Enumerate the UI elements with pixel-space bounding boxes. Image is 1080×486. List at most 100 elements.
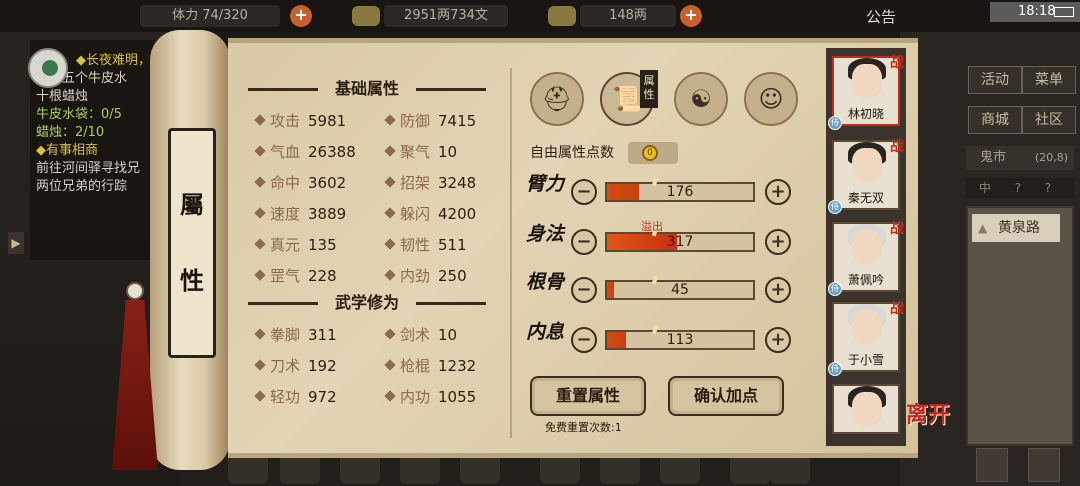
diamond-bullet-icon [384,328,396,340]
location-item[interactable]: 黄泉路 [972,214,1060,242]
minus-button[interactable]: − [571,229,597,255]
plus-button[interactable]: + [765,277,791,303]
character-card[interactable]: 萧佩吟 战侍 [828,221,904,296]
stat-label: 罡气 [270,267,301,285]
reset-attributes-button[interactable]: 重置属性 [530,376,646,416]
base-attributes-header: 基础属性 [248,78,486,100]
copper-coin-icon [352,6,380,26]
martial-label: 内功 [400,388,431,406]
attr-tab-label: 属性 [640,70,658,108]
overflow-label: 溢出 [641,220,663,233]
diamond-bullet-icon [384,176,396,188]
minus-button[interactable]: − [571,277,597,303]
stat-label: 聚气 [400,143,431,161]
free-points-box: 0 [628,142,678,164]
diamond-bullet-icon [254,238,266,250]
attr-value: 317 [666,234,694,250]
diamond-bullet-icon [254,390,266,402]
battle-tag: 战 [890,139,904,155]
stat-value: 228 [308,267,337,285]
minimap-icon[interactable] [28,48,68,88]
stat-row: 攻击 5981 [254,110,347,132]
stat-value: 3889 [308,205,347,223]
martial-row: 拳脚 311 [254,324,337,346]
notice-button[interactable]: 公告 [866,6,896,27]
stat-label: 攻击 [270,112,301,130]
plus-button[interactable]: + [765,179,791,205]
stat-row: 罡气 228 [254,265,337,287]
stat-value: 5981 [308,112,347,130]
confirm-allocation-button[interactable]: 确认加点 [668,376,784,416]
martial-row: 轻功 972 [254,386,337,408]
minus-button[interactable]: − [571,327,597,353]
stat-label: 命中 [270,174,301,192]
stamina-display: 体力 74/320 [140,5,280,27]
attr-progress-bar: 113 [605,330,755,350]
battle-tag: 战 [890,301,904,317]
character-card[interactable] [832,384,900,434]
plus-button[interactable]: + [765,229,791,255]
activity-button[interactable]: 活动 [968,66,1022,94]
corner-button[interactable] [1028,448,1060,482]
stat-row: 命中 3602 [254,172,346,194]
tab-meridian[interactable]: ☺ [744,72,798,126]
martial-row: 剑术 10 [384,324,458,346]
character-card[interactable]: 于小雪 战侍 [828,301,904,376]
section-title: 基础属性 [334,79,399,98]
martial-value: 192 [308,357,337,375]
character-card[interactable]: 林初晓 战侍 [828,55,904,130]
diamond-bullet-icon [254,269,266,281]
portrait-face [852,310,882,344]
stat-label: 真元 [270,236,301,254]
character-card[interactable]: 秦无双 战侍 [828,139,904,214]
stat-value: 26388 [308,143,356,161]
martial-row: 内功 1055 [384,386,477,408]
portrait-face [852,64,882,98]
stat-value: 135 [308,236,337,254]
shop-button[interactable]: 商城 [968,106,1022,134]
ghost-market-label[interactable]: 鬼市 (20,8) [966,146,1074,170]
minus-button[interactable]: − [571,179,597,205]
plus-button[interactable]: + [765,327,791,353]
add-gold-button[interactable]: + [680,5,702,27]
tab-equipment[interactable]: ⛑ [530,72,584,126]
attr-value: 176 [666,184,694,200]
tab-taiji[interactable]: ☯ [674,72,728,126]
leave-button[interactable]: 离开 [906,404,956,450]
ghost-market-coords: (20,8) [1034,151,1068,164]
stat-row: 真元 135 [254,234,337,256]
portrait-face [852,392,882,426]
status-clock: 18:18 [990,2,1080,22]
stat-value: 4200 [438,205,477,223]
martial-value: 1232 [438,357,477,375]
section-title: 武学修为 [334,293,399,312]
martial-header: 武学修为 [248,292,486,314]
martial-label: 轻功 [270,388,301,406]
gold-display: 148两 [580,5,676,27]
martial-value: 1055 [438,388,477,406]
martial-value: 10 [438,326,458,344]
stat-row: 招架 3248 [384,172,477,194]
stat-label: 气血 [270,143,301,161]
community-button[interactable]: 社区 [1022,106,1076,134]
stat-row: 气血 26388 [254,141,356,163]
scroll-title-char: 性 [180,266,204,295]
expand-arrow-icon[interactable]: ▶ [8,232,24,254]
stat-label: 躲闪 [400,205,431,223]
character-name: 于小雪 [847,353,884,367]
corner-button[interactable] [976,448,1008,482]
stat-value: 250 [438,267,467,285]
martial-label: 枪棍 [400,357,431,375]
stat-value: 3248 [438,174,477,192]
attr-progress-bar: 45 [605,280,755,300]
stat-row: 聚气 10 [384,141,457,163]
gold-ingot-icon [548,6,576,26]
battery-icon [1054,7,1074,17]
stat-label: 防御 [400,112,431,130]
menu-button[interactable]: 菜单 [1022,66,1076,94]
attr-name: 根骨 [526,271,565,293]
stat-label: 招架 [400,174,431,192]
battle-tag: 战 [890,55,904,71]
ghost-market-name: 鬼市 [980,150,1007,165]
add-stamina-button[interactable]: + [290,5,312,27]
